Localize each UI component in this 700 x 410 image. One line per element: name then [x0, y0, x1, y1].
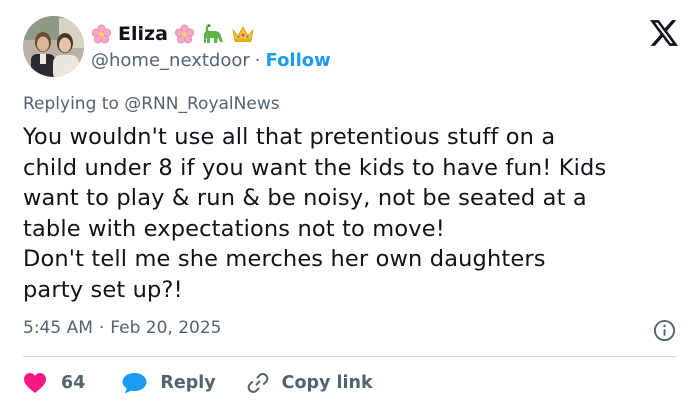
copy-link-button[interactable]: Copy link — [246, 371, 373, 395]
crown-icon — [231, 24, 255, 44]
like-button[interactable]: 64 — [23, 372, 85, 394]
author-handle[interactable]: @home_nextdoor — [91, 50, 250, 71]
follow-button[interactable]: Follow — [266, 50, 331, 71]
divider — [23, 356, 676, 357]
avatar[interactable] — [23, 16, 84, 77]
tweet-date: Feb 20, 2025 — [110, 318, 222, 338]
reply-label: Reply — [160, 373, 216, 393]
heart-icon — [24, 373, 46, 393]
copy-link-label: Copy link — [281, 373, 373, 393]
replying-to: Replying to @RNN_RoyalNews — [23, 94, 280, 114]
cherry-blossom-icon — [91, 24, 112, 45]
link-icon — [247, 373, 268, 393]
display-name[interactable]: Eliza — [118, 23, 168, 45]
replying-to-mention[interactable]: @RNN_RoyalNews — [124, 94, 279, 114]
cherry-blossom-icon — [174, 24, 195, 45]
x-logo-icon[interactable] — [650, 20, 678, 46]
action-bar: 64 Reply Copy link — [23, 368, 373, 398]
reply-button[interactable]: Reply — [121, 371, 216, 395]
avatar-photo — [23, 16, 84, 77]
sauropod-icon — [201, 23, 225, 45]
info-icon[interactable] — [653, 319, 676, 342]
speech-bubble-icon — [122, 373, 147, 394]
tweet-timestamp[interactable]: 5:45 AM · Feb 20, 2025 — [23, 318, 222, 338]
handle-row: @home_nextdoor · Follow — [91, 48, 331, 72]
tweet-time: 5:45 AM — [23, 318, 93, 338]
replying-to-prefix: Replying to — [23, 94, 119, 114]
handle-separator: · — [254, 49, 261, 71]
tweet-text: You wouldn't use all that pretentious st… — [23, 124, 607, 303]
author-name-row: Eliza — [91, 20, 255, 48]
like-count: 64 — [61, 373, 86, 393]
timestamp-separator: · — [98, 318, 105, 338]
